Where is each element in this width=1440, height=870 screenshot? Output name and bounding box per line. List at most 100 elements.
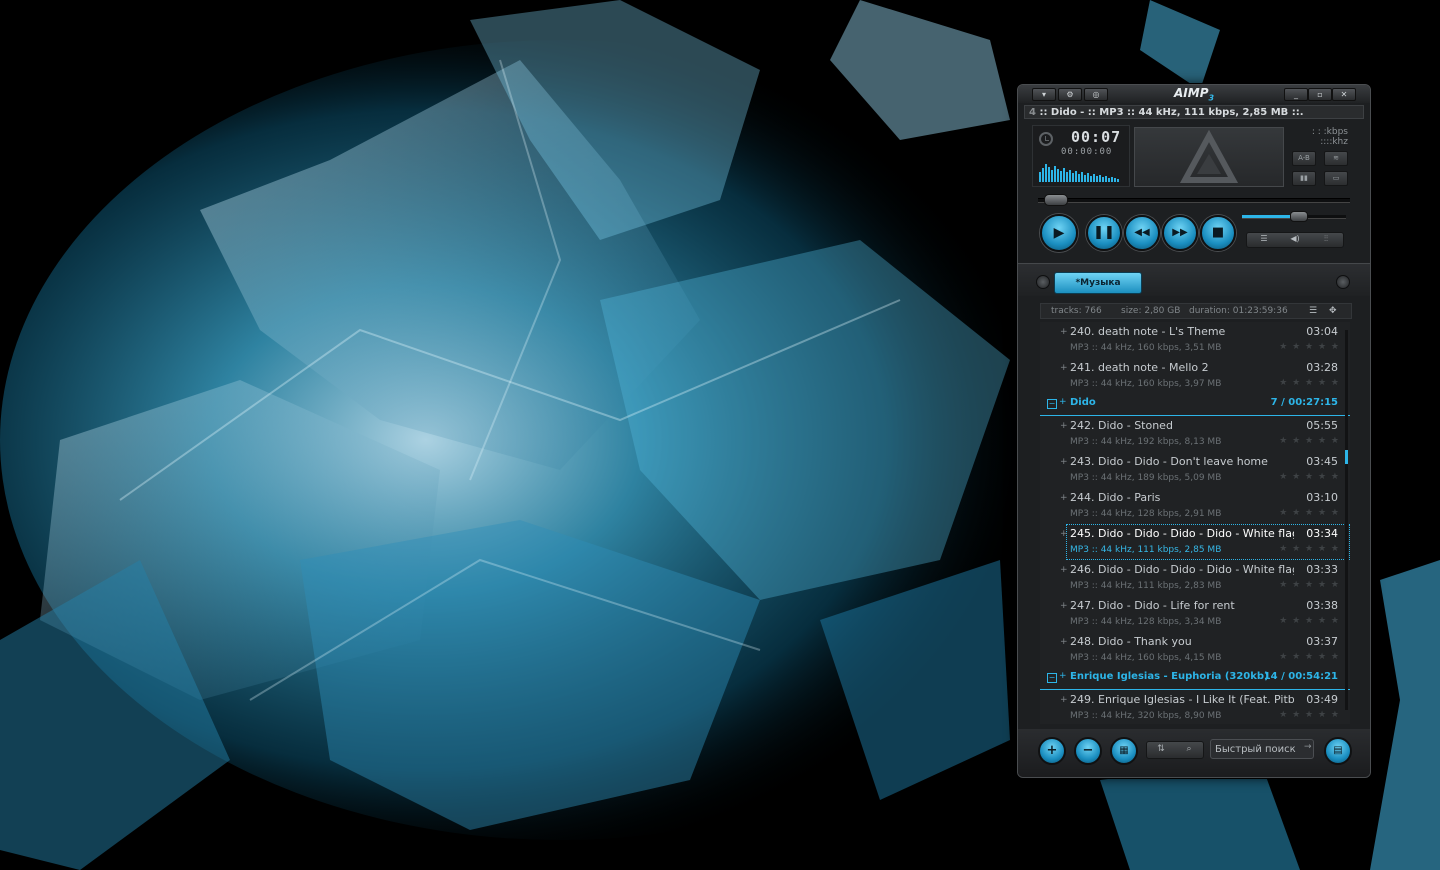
collapse-icon[interactable]: − <box>1047 673 1057 683</box>
equalizer-button[interactable]: ⫶⫶ <box>1311 234 1341 244</box>
track-meta: MP3 :: 44 kHz, 111 kbps, 2,85 MB <box>1070 545 1222 555</box>
playlist-track[interactable]: +243. Dido - Dido - Don't leave home 03:4… <box>1040 452 1350 488</box>
search-icon[interactable]: ⌕ <box>1175 744 1203 754</box>
track-meta: MP3 :: 44 kHz, 128 kbps, 3,34 MB <box>1070 617 1222 627</box>
quick-search-input[interactable] <box>1210 739 1314 759</box>
playlist-track[interactable]: +246. Dido - Dido - Dido - Dido - White … <box>1040 560 1350 596</box>
track-title: 247. Dido - Dido - Life for rent <box>1070 599 1235 612</box>
playlist-toggle-button[interactable]: ☰ <box>1249 234 1279 243</box>
track-duration: 03:38 <box>1306 599 1338 612</box>
track-meta: MP3 :: 44 kHz, 189 kbps, 5,09 MB <box>1070 473 1222 483</box>
plus-icon: + <box>1060 457 1068 467</box>
stop-button[interactable]: ■ <box>1200 215 1236 251</box>
add-files-button[interactable]: + <box>1038 737 1066 765</box>
playlist-track[interactable]: +248. Dido - Thank you 03:37 MP3 :: 44 kHz… <box>1040 632 1350 668</box>
monitor-button[interactable]: ▭ <box>1324 171 1348 186</box>
playlist-track[interactable]: +247. Dido - Dido - Life for rent 03:38 MP… <box>1040 596 1350 632</box>
title-bar[interactable]: ▾ ⚙ ◎ AIMP3 _ ▫ ✕ <box>1018 85 1370 103</box>
rating-stars[interactable]: ★ ★ ★ ★ ★ <box>1279 652 1340 662</box>
volume-slider[interactable] <box>1242 211 1346 222</box>
playlist-group-header[interactable]: − + Enrique Iglesias - Euphoria (320kb) 14 … <box>1040 668 1350 690</box>
playlist-track[interactable]: +241. death note - Mello 2 03:28 MP3 :: 44… <box>1040 358 1350 394</box>
tab-muzyka[interactable]: *Музыка <box>1054 272 1142 294</box>
arrow-right-icon[interactable]: → <box>1304 742 1312 752</box>
maximize-button[interactable]: ▫ <box>1308 88 1332 101</box>
pause-button[interactable]: ❚❚ <box>1086 215 1122 251</box>
playlist-track[interactable]: +249. Enrique Iglesias - I Like It (Feat… <box>1040 690 1350 724</box>
bars-icon: ▮▮ <box>1300 174 1308 182</box>
playlist-track-selected[interactable]: +245. Dido - Dido - Dido - Dido - White … <box>1060 524 1350 560</box>
playlist-list[interactable]: +240. death note - L's Theme 03:04 MP3 :: … <box>1040 322 1350 724</box>
visualization-pane[interactable] <box>1134 127 1284 187</box>
track-meta: MP3 :: 44 kHz, 160 kbps, 3,51 MB <box>1070 343 1222 353</box>
playlist-tab-bar: *Музыка <box>1018 263 1370 296</box>
pin-icon[interactable]: ✥ <box>1329 304 1337 318</box>
collapse-icon[interactable]: − <box>1047 399 1057 409</box>
sort-search-buttons: ⇅ ⌕ <box>1146 741 1204 759</box>
rating-stars[interactable]: ★ ★ ★ ★ ★ <box>1279 342 1340 352</box>
playlist-left-knob[interactable] <box>1036 275 1050 289</box>
playlist-menu-button[interactable]: ▦ <box>1110 737 1138 765</box>
track-duration: 03:33 <box>1306 563 1338 576</box>
playlist-scrollbar[interactable] <box>1345 330 1348 710</box>
plus-icon: + <box>1060 695 1068 705</box>
plus-icon: + <box>1060 363 1068 373</box>
ab-repeat-button[interactable]: A-B <box>1292 151 1316 166</box>
plus-icon: + <box>1060 601 1068 611</box>
next-button[interactable]: ▶▶ <box>1162 215 1198 251</box>
track-count: tracks: 766 <box>1051 306 1102 316</box>
rating-stars[interactable]: ★ ★ ★ ★ ★ <box>1279 544 1340 554</box>
previous-button[interactable]: ◀◀ <box>1124 215 1160 251</box>
rating-stars[interactable]: ★ ★ ★ ★ ★ <box>1279 580 1340 590</box>
scrollbar-thumb[interactable] <box>1345 450 1348 464</box>
equalizer-view-button[interactable]: ▮▮ <box>1292 171 1316 186</box>
track-title: 242. Dido - Stoned <box>1070 419 1173 432</box>
aimp-player-window: ▾ ⚙ ◎ AIMP3 _ ▫ ✕ 4 :: Dido - :: MP3 :: … <box>1017 84 1371 778</box>
remove-files-button[interactable]: − <box>1074 737 1102 765</box>
track-meta: MP3 :: 44 kHz, 160 kbps, 4,15 MB <box>1070 653 1222 663</box>
tray-button[interactable]: ◎ <box>1084 88 1108 101</box>
rating-stars[interactable]: ★ ★ ★ ★ ★ <box>1279 378 1340 388</box>
group-name: Dido <box>1070 397 1096 408</box>
save-playlist-button[interactable]: ▤ <box>1324 737 1352 765</box>
plus-icon: + <box>1060 493 1068 503</box>
playlist-track[interactable]: +242. Dido - Stoned 05:55 MP3 :: 44 kHz, 1… <box>1040 416 1350 452</box>
rating-stars[interactable]: ★ ★ ★ ★ ★ <box>1279 616 1340 626</box>
minimize-button[interactable]: _ <box>1284 88 1308 101</box>
rating-stars[interactable]: ★ ★ ★ ★ ★ <box>1279 472 1340 482</box>
volume-slider-handle[interactable] <box>1290 211 1309 222</box>
aimp-triangle-logo-icon <box>1179 129 1239 183</box>
list-view-icon[interactable]: ☰ <box>1309 304 1317 318</box>
time-display[interactable]: 00:07 00:00:00 <box>1032 125 1130 187</box>
track-title: 248. Dido - Thank you <box>1070 635 1192 648</box>
close-button[interactable]: ✕ <box>1332 88 1356 101</box>
playlist-track[interactable]: +244. Dido - Paris 03:10 MP3 :: 44 kHz, 12… <box>1040 488 1350 524</box>
rating-stars[interactable]: ★ ★ ★ ★ ★ <box>1279 508 1340 518</box>
track-title: 244. Dido - Paris <box>1070 491 1161 504</box>
mute-button[interactable]: ◀) <box>1280 234 1310 243</box>
play-button[interactable]: ▶ <box>1040 214 1078 252</box>
menu-button[interactable]: ▾ <box>1032 88 1056 101</box>
seek-bar[interactable] <box>1038 194 1350 206</box>
radio-button[interactable]: ≋ <box>1324 151 1348 166</box>
track-title: 243. Dido - Dido - Don't leave home <box>1070 455 1268 468</box>
plus-icon: + <box>1059 397 1067 407</box>
playlist-right-knob[interactable] <box>1336 275 1350 289</box>
bitrate-readout: : : :kbps ::::khz <box>1311 127 1348 147</box>
track-title: 246. Dido - Dido - Dido - Dido - White f… <box>1070 563 1294 576</box>
playlist-bottom-bar: + − ▦ ⇅ ⌕ → ▤ <box>1018 729 1370 777</box>
seek-slider-handle[interactable] <box>1043 194 1068 206</box>
clock-icon <box>1039 132 1053 146</box>
track-meta: MP3 :: 44 kHz, 160 kbps, 3,97 MB <box>1070 379 1222 389</box>
rating-stars[interactable]: ★ ★ ★ ★ ★ <box>1279 436 1340 446</box>
playlist-stats: tracks: 766 size: 2,80 GB duration: 01:2… <box>1040 303 1352 319</box>
sort-button[interactable]: ⇅ <box>1147 744 1175 754</box>
group-info: 14 / 00:54:21 <box>1263 671 1338 682</box>
playlist-track[interactable]: +240. death note - L's Theme 03:04 MP3 :: … <box>1040 322 1350 358</box>
settings-button[interactable]: ⚙ <box>1058 88 1082 101</box>
app-logo: AIMP3 <box>1174 86 1215 103</box>
rating-stars[interactable]: ★ ★ ★ ★ ★ <box>1279 710 1340 720</box>
total-duration: duration: 01:23:59:36 <box>1189 306 1288 316</box>
total-size: size: 2,80 GB <box>1121 306 1181 316</box>
playlist-group-header[interactable]: − + Dido 7 / 00:27:15 <box>1040 394 1350 416</box>
